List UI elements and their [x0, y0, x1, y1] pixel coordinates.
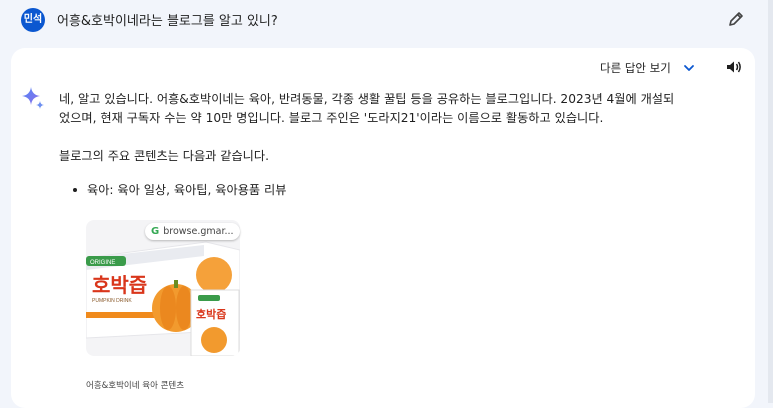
bullet-marker — [73, 188, 77, 192]
product-brand-text: ORIGINE — [90, 260, 115, 266]
response-paragraph-1-line-1: 네, 알고 있습니다. 어흥&호박이네는 육아, 반려동물, 각종 생활 꿀팁 … — [59, 92, 675, 106]
edit-prompt-button[interactable] — [726, 9, 746, 29]
response-paragraph-2: 블로그의 주요 콘텐츠는 다음과 같습니다. — [59, 149, 269, 163]
user-avatar: 민석 — [21, 8, 45, 32]
product-subtitle-text: PUMPKIN DRINK — [92, 298, 132, 304]
pumpkin-juice-product-illustration: ORIGINE 호박즙 PUMPKIN DRINK 호박즙 — [86, 220, 240, 356]
bullet-item-parenting: 육아: 육아 일상, 육아팁, 육아용품 리뷰 — [87, 183, 287, 197]
scrollbar-track[interactable] — [768, 0, 773, 403]
chevron-down-icon — [683, 65, 694, 71]
image-source-chip[interactable]: G browse.gmar... — [145, 223, 240, 240]
response-paragraph-1-line-2: 었으며, 현재 구독자 수는 약 10만 명입니다. 블로그 주인은 '도라지2… — [59, 111, 604, 125]
product-image[interactable]: ORIGINE 호박즙 PUMPKIN DRINK 호박즙 — [86, 220, 240, 356]
read-aloud-button[interactable] — [725, 58, 743, 76]
image-source-text: browse.gmar... — [163, 226, 234, 237]
google-g-icon: G — [151, 226, 160, 237]
product-title-text: 호박즙 — [92, 273, 147, 297]
user-prompt-text: 어흥&호박이네라는 블로그를 알고 있니? — [57, 14, 278, 29]
image-caption: 어흥&호박이네 육아 콘텐츠 — [86, 381, 185, 391]
pencil-icon — [729, 12, 743, 26]
speaker-icon — [727, 61, 741, 73]
gemini-spark-icon — [22, 87, 44, 109]
show-drafts-label: 다른 답안 보기 — [600, 61, 671, 75]
show-drafts-button[interactable]: 다른 답안 보기 — [600, 60, 695, 76]
pouch-title-text: 호박즙 — [196, 307, 226, 321]
user-prompt-row: 민석 어흥&호박이네라는 블로그를 알고 있니? — [0, 0, 773, 38]
